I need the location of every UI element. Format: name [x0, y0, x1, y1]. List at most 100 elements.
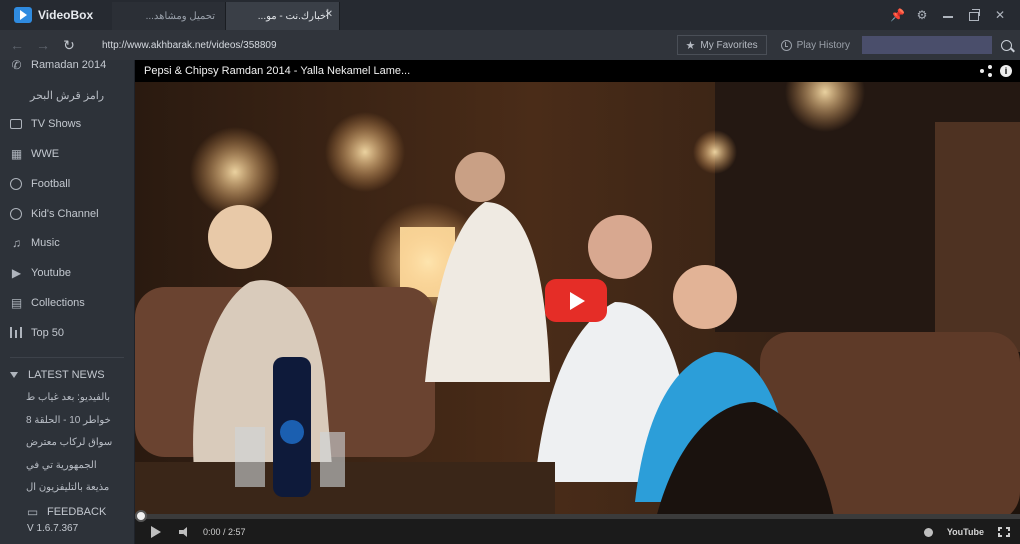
- clock-icon: [780, 39, 792, 51]
- videobox-window: VideoBox تحميل ومشاهد... أخبارك.نت - مو.…: [0, 0, 1020, 544]
- search-button[interactable]: [992, 35, 1020, 55]
- news-item-label: بالفيديو: بعد غياب ط: [26, 391, 111, 403]
- news-item[interactable]: مذيعة بالتليفزيون ال: [0, 476, 134, 498]
- football-icon: [10, 177, 23, 191]
- video-title[interactable]: Pepsi & Chipsy Ramdan 2014 - Yalla Nekam…: [144, 65, 410, 77]
- version-text: V 1.6.7.367: [27, 523, 79, 534]
- video-title-bar: Pepsi & Chipsy Ramdan 2014 - Yalla Nekam…: [135, 60, 1020, 82]
- collections-icon: ▤: [10, 295, 23, 310]
- feedback-label: FEEDBACK: [47, 506, 107, 518]
- music-icon: ♫: [12, 235, 21, 250]
- sidebar-item-wwe[interactable]: ▦ WWE: [0, 143, 134, 165]
- time-display: 0:00 / 2:57: [203, 527, 246, 537]
- scrubber-handle[interactable]: [135, 510, 147, 522]
- sidebar-item-music[interactable]: ♫ Music: [0, 232, 134, 254]
- collapse-triangle-icon: [10, 372, 18, 378]
- url-text[interactable]: http://www.akhbarak.net/videos/358809: [102, 40, 277, 51]
- large-play-button[interactable]: [545, 279, 607, 322]
- sidebar-item-kids-channel[interactable]: Kid's Channel: [0, 203, 134, 225]
- globe-icon: [10, 207, 23, 221]
- sidebar-item-label: رامز قرش البحر: [30, 89, 105, 102]
- current-time: 0:00: [203, 527, 221, 537]
- sidebar-item-label: WWE: [31, 148, 60, 160]
- sidebar-item-label: Kid's Channel: [31, 208, 99, 220]
- news-item[interactable]: سواق لركاب معترض: [0, 431, 134, 453]
- volume-icon[interactable]: [179, 527, 193, 537]
- tab-strip: تحميل ومشاهد... أخبارك.نت - مو... ✕: [112, 0, 340, 30]
- close-tab-icon[interactable]: ✕: [325, 9, 333, 20]
- restore-icon[interactable]: [968, 9, 980, 21]
- address-bar: ← → ↻ http://www.akhbarak.net/videos/358…: [0, 30, 1020, 60]
- sidebar-item-ramadan-2014[interactable]: ✆ Ramadan 2014: [0, 54, 134, 76]
- youtube-label: YouTube: [946, 527, 984, 537]
- sidebar: ✆ Ramadan 2014 رامز قرش البحر TV Shows ▦…: [0, 58, 134, 544]
- minimize-icon[interactable]: [942, 9, 954, 21]
- sidebar-item-label: Music: [31, 237, 60, 249]
- news-item-label: الجمهورية تي في: [26, 459, 97, 471]
- fullscreen-icon[interactable]: [998, 527, 1010, 537]
- tab-label: أخبارك.نت - مو...: [257, 10, 329, 22]
- title-bar: VideoBox تحميل ومشاهد... أخبارك.نت - مو.…: [0, 0, 1020, 30]
- chat-icon: ▭: [26, 504, 39, 519]
- sidebar-item-label: Top 50: [31, 327, 65, 339]
- forward-icon[interactable]: →: [30, 37, 56, 53]
- duration: 2:57: [228, 527, 246, 537]
- sidebar-item-collections[interactable]: ▤ Collections: [0, 292, 134, 314]
- news-item[interactable]: بالفيديو: بعد غياب ط: [0, 386, 134, 408]
- sidebar-subitem-ramez[interactable]: رامز قرش البحر: [0, 84, 134, 106]
- search-icon: [1000, 39, 1012, 51]
- videobox-logo-icon: [14, 7, 32, 23]
- my-favorites-button[interactable]: ★ My Favorites: [676, 35, 767, 55]
- close-icon[interactable]: ✕: [994, 9, 1006, 21]
- app-name: VideoBox: [38, 8, 94, 22]
- tab-label: تحميل ومشاهد...: [145, 10, 215, 22]
- control-right: YouTube: [923, 527, 1020, 537]
- youtube-logo[interactable]: YouTube: [947, 527, 984, 537]
- share-icon[interactable]: [980, 65, 992, 77]
- sidebar-item-label: Youtube: [31, 267, 71, 279]
- settings-icon[interactable]: [923, 527, 933, 537]
- gear-icon[interactable]: ⚙: [916, 9, 928, 21]
- phone-icon: ✆: [11, 57, 22, 72]
- info-icon[interactable]: i: [1000, 65, 1012, 77]
- video-title-actions: i: [980, 65, 1020, 77]
- sidebar-item-label: Football: [31, 178, 71, 190]
- grid-icon: ▦: [10, 146, 23, 161]
- sidebar-divider: [10, 357, 124, 358]
- tab-1[interactable]: تحميل ومشاهد...: [112, 2, 226, 30]
- player-controls: 0:00 / 2:57 YouTube: [135, 510, 1020, 544]
- progress-bar[interactable]: [135, 510, 1020, 522]
- sidebar-item-youtube[interactable]: ▶ Youtube: [0, 262, 134, 284]
- video-player[interactable]: Pepsi & Chipsy Ramdan 2014 - Yalla Nekam…: [135, 60, 1020, 544]
- play-box-icon: ▶: [11, 265, 22, 280]
- refresh-icon[interactable]: ↻: [56, 37, 82, 54]
- news-item[interactable]: الجمهورية تي في: [0, 454, 134, 476]
- latest-news-header[interactable]: LATEST NEWS: [0, 364, 134, 386]
- control-row: 0:00 / 2:57 YouTube: [135, 523, 1020, 541]
- play-history-label: Play History: [796, 39, 850, 51]
- tab-2[interactable]: أخبارك.نت - مو... ✕: [226, 2, 340, 30]
- window-controls: 📌 ⚙ ✕: [890, 0, 1020, 30]
- news-item-label: سواق لركاب معترض: [26, 436, 113, 448]
- news-item-label: مذيعة بالتليفزيون ال: [26, 481, 110, 493]
- my-favorites-label: My Favorites: [700, 39, 758, 51]
- pin-icon[interactable]: 📌: [890, 9, 905, 21]
- bar-chart-icon: [10, 326, 23, 340]
- sidebar-item-label: Ramadan 2014: [31, 59, 107, 71]
- back-icon[interactable]: ←: [4, 37, 30, 53]
- star-icon: ★: [685, 39, 696, 52]
- sidebar-item-top-50[interactable]: Top 50: [0, 322, 134, 344]
- sidebar-item-tv-shows[interactable]: TV Shows: [0, 113, 134, 135]
- tv-icon: [10, 118, 23, 131]
- play-icon[interactable]: [151, 526, 161, 538]
- sidebar-item-label: TV Shows: [31, 118, 82, 130]
- news-item-label: خواطر 10 - الحلقة 8: [26, 414, 111, 426]
- play-history-button[interactable]: Play History: [780, 39, 850, 51]
- latest-news-label: LATEST NEWS: [28, 369, 105, 381]
- news-item[interactable]: خواطر 10 - الحلقة 8: [0, 409, 134, 431]
- sidebar-item-label: Collections: [31, 297, 85, 309]
- brand: VideoBox: [0, 0, 112, 30]
- search-input[interactable]: [862, 36, 992, 54]
- feedback-button[interactable]: ▭ FEEDBACK: [0, 501, 134, 523]
- sidebar-item-football[interactable]: Football: [0, 173, 134, 195]
